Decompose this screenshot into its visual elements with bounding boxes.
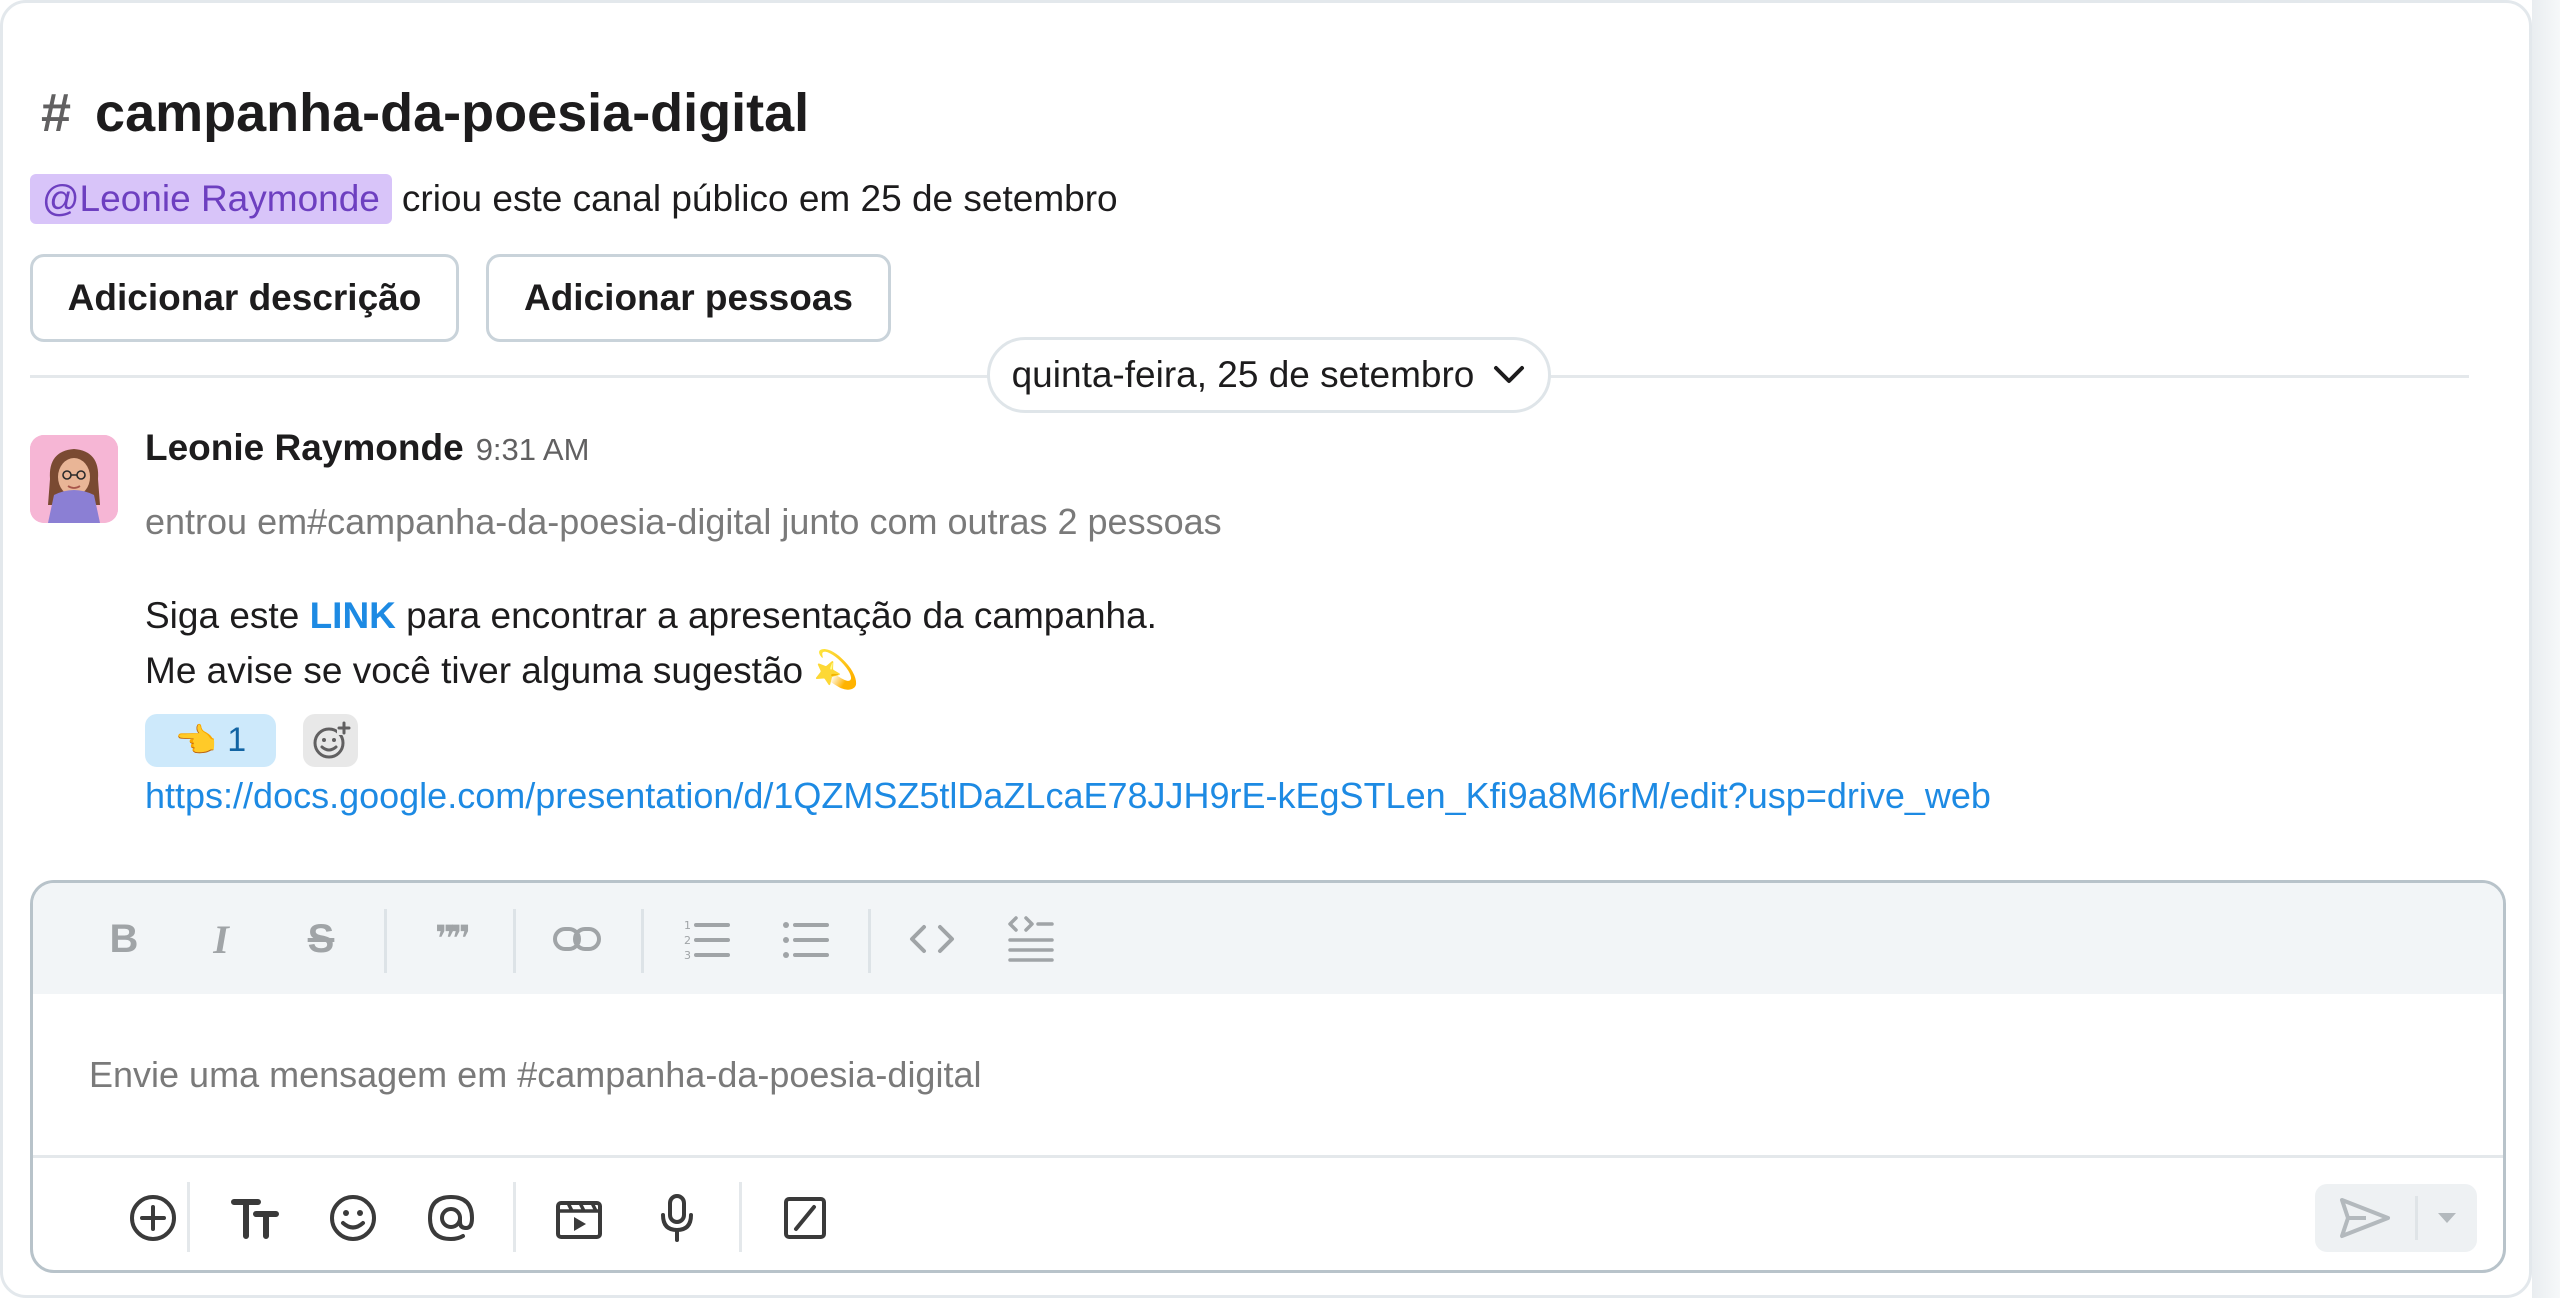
mention-button[interactable]: [419, 1186, 483, 1250]
toolbar-separator: [739, 1182, 742, 1252]
message-text: para encontrar a apresentação da campanh…: [395, 595, 1157, 636]
caret-down-icon: [2438, 1213, 2456, 1223]
message-link[interactable]: LINK: [310, 595, 396, 636]
send-options-button[interactable]: [2418, 1184, 2476, 1252]
strikethrough-icon: S: [307, 916, 335, 961]
text-format-icon: [231, 1199, 279, 1239]
message-header: Leonie Raymonde 9:31 AM: [145, 427, 589, 479]
channel-name: campanha-da-poesia-digital: [95, 83, 810, 143]
created-text: criou este canal público em 25 de setemb…: [401, 178, 1118, 219]
channel-header: # campanha-da-poesia-digital: [41, 77, 809, 149]
channel-window: # campanha-da-poesia-digital @Leonie Ray…: [0, 0, 2532, 1298]
send-icon: [2340, 1198, 2390, 1238]
window-edge: [2532, 0, 2560, 1298]
video-clip-icon: [556, 1201, 602, 1239]
svg-text:1: 1: [684, 919, 691, 932]
date-jump-button[interactable]: quinta-feira, 25 de setembro: [987, 337, 1551, 413]
message-text-line: Siga este LINK para encontrar a apresent…: [145, 595, 1157, 637]
add-reaction-button[interactable]: [303, 714, 358, 767]
avatar[interactable]: [30, 435, 118, 523]
author-name[interactable]: Leonie Raymonde: [145, 427, 464, 469]
bold-icon: B: [109, 916, 139, 961]
add-description-button[interactable]: Adicionar descrição: [30, 254, 459, 342]
shortcuts-button[interactable]: [773, 1186, 837, 1250]
smile-icon: [330, 1195, 376, 1241]
italic-button[interactable]: I: [191, 911, 251, 967]
attach-button[interactable]: [121, 1186, 185, 1250]
message-text: Siga este: [145, 595, 310, 636]
plus-circle-icon: [130, 1195, 176, 1241]
message-text: Me avise se você tiver alguma sugestão: [145, 649, 804, 691]
pointing-left-emoji: 👈: [174, 721, 218, 760]
composer-actions: [33, 1155, 2503, 1270]
toolbar-separator: [513, 1182, 516, 1252]
formatting-toolbar: B I S ❞❞ 1 2 3: [33, 883, 2503, 994]
ordered-list-button[interactable]: 1 2 3: [676, 911, 736, 967]
dizzy-emoji: 💫: [813, 649, 860, 690]
italic-icon: I: [213, 916, 229, 962]
channel-created-info: @Leonie Raymonde criou este canal públic…: [30, 171, 1118, 227]
toolbar-separator: [187, 1182, 190, 1252]
quote-button[interactable]: ❞❞: [420, 911, 480, 967]
shared-url-link[interactable]: https://docs.google.com/presentation/d/1…: [145, 775, 1991, 817]
message-timestamp[interactable]: 9:31 AM: [476, 432, 590, 468]
bullet-list-icon: [783, 922, 829, 958]
message-text-line: Me avise se você tiver alguma sugestão 💫: [145, 649, 859, 692]
toolbar-separator: [868, 909, 871, 973]
add-people-button[interactable]: Adicionar pessoas: [486, 254, 891, 342]
strikethrough-button[interactable]: S: [291, 911, 351, 967]
quote-icon: ❞❞: [434, 918, 471, 959]
date-label: quinta-feira, 25 de setembro: [1011, 354, 1475, 395]
hash-icon: #: [41, 83, 72, 143]
chevron-down-icon: [1494, 366, 1525, 383]
join-notice: entrou em#campanha-da-poesia-digital jun…: [145, 501, 1222, 542]
text-format-button[interactable]: [223, 1186, 287, 1250]
message-composer: B I S ❞❞ 1 2 3 Envie uma mensagem em #ca…: [30, 880, 2506, 1273]
svg-text:3: 3: [684, 949, 691, 961]
link-icon: [553, 927, 601, 951]
code-icon: [910, 925, 954, 953]
code-block-icon: [1008, 916, 1054, 962]
audio-clip-button[interactable]: [645, 1186, 709, 1250]
toolbar-separator: [384, 909, 387, 973]
send-button[interactable]: [2315, 1184, 2415, 1252]
emoji-button[interactable]: [321, 1186, 385, 1250]
add-emoji-icon: [313, 720, 351, 758]
code-button[interactable]: [902, 911, 962, 967]
reaction-chip[interactable]: 👈 1: [145, 714, 276, 767]
link-button[interactable]: [547, 911, 607, 967]
slash-command-icon: [784, 1197, 826, 1239]
reaction-count: 1: [227, 721, 247, 759]
microphone-icon: [661, 1194, 693, 1242]
toolbar-separator: [641, 909, 644, 973]
toolbar-separator: [513, 909, 516, 973]
video-clip-button[interactable]: [547, 1186, 611, 1250]
user-mention[interactable]: @Leonie Raymonde: [30, 174, 392, 224]
bullet-list-button[interactable]: [775, 911, 835, 967]
bold-button[interactable]: B: [94, 911, 154, 967]
code-block-button[interactable]: [1000, 911, 1060, 967]
at-sign-icon: [427, 1194, 475, 1242]
ordered-list-icon: 1 2 3: [684, 919, 730, 961]
message-input[interactable]: [33, 994, 2503, 1155]
svg-text:2: 2: [684, 934, 691, 947]
send-group: [2315, 1184, 2477, 1252]
